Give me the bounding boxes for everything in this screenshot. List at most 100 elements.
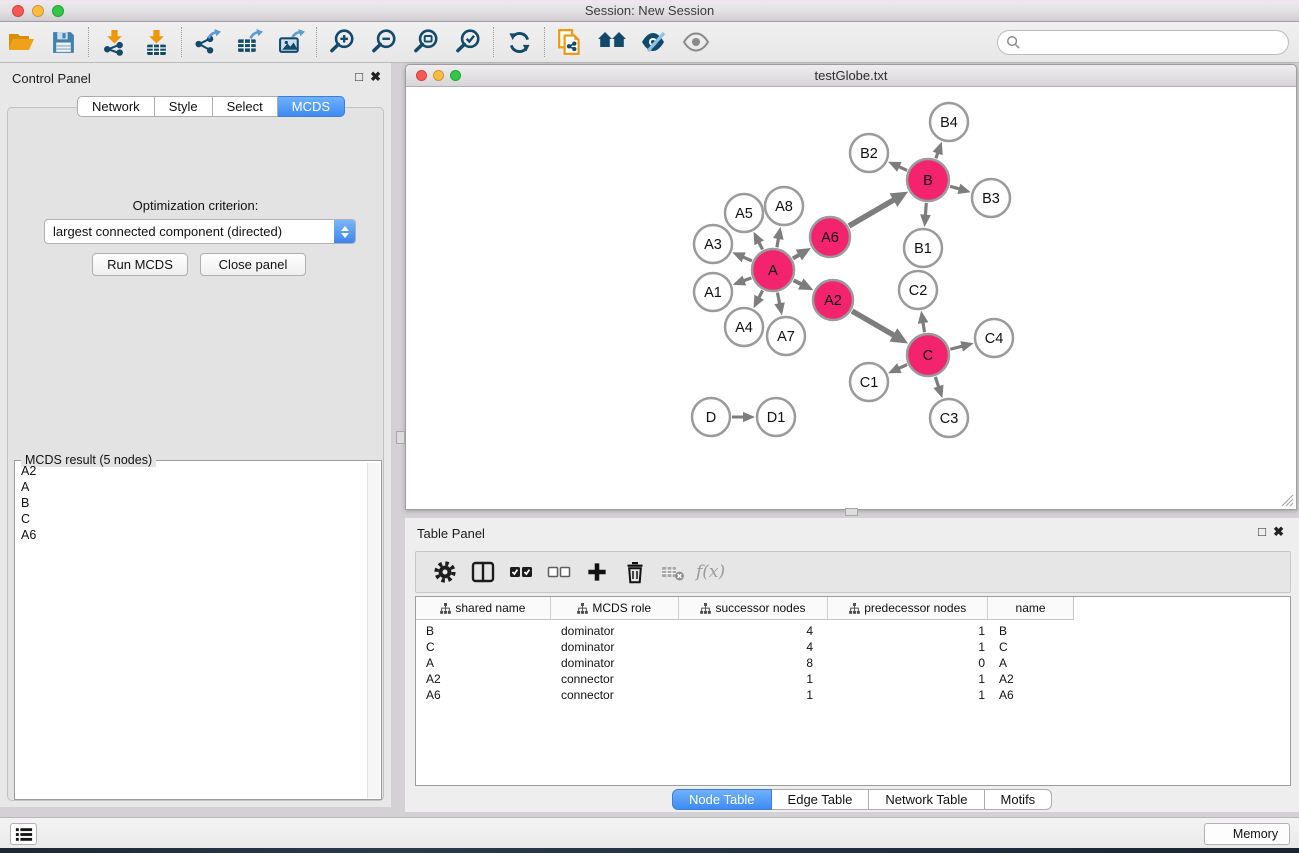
graph-edge-A2-C[interactable] <box>852 311 894 335</box>
graph-edge-A-A2[interactable] <box>794 280 802 284</box>
graph-edge-A6-B[interactable] <box>849 200 894 226</box>
table-row[interactable]: Adominator80A <box>416 655 1290 671</box>
delete-columns-icon[interactable] <box>616 554 654 590</box>
table-cell[interactable]: 1 <box>829 688 989 702</box>
mcds-list-scrollbar[interactable] <box>367 463 380 798</box>
graph-edge-A-A1[interactable] <box>743 278 751 281</box>
table-cell[interactable]: 4 <box>679 640 829 654</box>
table-row[interactable]: Bdominator41B <box>416 623 1290 639</box>
graph-edge-B-B1[interactable] <box>925 203 926 216</box>
column-header[interactable]: predecessor nodes <box>828 597 988 619</box>
close-panel-button[interactable]: Close panel <box>200 253 306 276</box>
graph-edge-C-C1[interactable] <box>898 365 907 369</box>
tab-style[interactable]: Style <box>155 96 213 117</box>
close-panel-icon[interactable]: ✖ <box>1273 524 1284 540</box>
zoom-out-icon[interactable] <box>363 24 405 60</box>
show-hide-annotations-icon[interactable] <box>675 24 717 60</box>
table-cell[interactable]: A6 <box>416 688 551 702</box>
show-hide-graphics-details-icon[interactable] <box>633 24 675 60</box>
zoom-fit-icon[interactable] <box>405 24 447 60</box>
mcds-result-item[interactable]: A2 <box>16 463 366 479</box>
tab-edge-table[interactable]: Edge Table <box>772 789 870 810</box>
mcds-result-item[interactable]: B <box>16 495 366 511</box>
refresh-icon[interactable] <box>498 24 540 60</box>
table-cell[interactable]: dominator <box>551 640 679 654</box>
export-image-icon[interactable] <box>270 24 312 60</box>
graph-edge-A-A8[interactable] <box>777 238 779 247</box>
column-header[interactable]: successor nodes <box>679 597 829 619</box>
table-cell[interactable]: A6 <box>989 688 1074 702</box>
table-cell[interactable]: connector <box>551 688 679 702</box>
table-cell[interactable]: A2 <box>989 672 1074 686</box>
table-cell[interactable]: 8 <box>679 656 829 670</box>
horizontal-split-handle[interactable] <box>845 508 858 516</box>
graph-edge-C-C3[interactable] <box>935 377 938 387</box>
table-cell[interactable]: 1 <box>679 688 829 702</box>
table-cell[interactable]: 4 <box>679 624 829 638</box>
mcds-result-item[interactable]: A6 <box>16 527 366 543</box>
memory-button[interactable]: Memory <box>1204 823 1290 845</box>
zoom-selected-icon[interactable] <box>447 24 489 60</box>
table-cell[interactable]: 0 <box>829 656 989 670</box>
graph-edge-A-A6[interactable] <box>793 255 800 259</box>
search-input[interactable] <box>1021 33 1288 53</box>
table-cell[interactable]: A <box>989 656 1074 670</box>
column-header[interactable]: MCDS role <box>551 597 679 619</box>
table-cell[interactable]: dominator <box>551 624 679 638</box>
table-cell[interactable]: A2 <box>416 672 551 686</box>
task-history-button[interactable] <box>10 823 37 845</box>
export-network-icon[interactable] <box>186 24 228 60</box>
float-panel-icon[interactable]: □ <box>1258 524 1266 539</box>
save-session-icon[interactable] <box>42 24 84 60</box>
table-cell[interactable]: C <box>989 640 1074 654</box>
graph-edge-B-B2[interactable] <box>898 166 907 170</box>
table-row[interactable]: Cdominator41C <box>416 639 1290 655</box>
mcds-result-item[interactable]: A <box>16 479 366 495</box>
zoom-in-icon[interactable] <box>321 24 363 60</box>
column-header[interactable]: name <box>988 597 1073 619</box>
select-all-rows-icon[interactable] <box>502 554 540 590</box>
vertical-split-handle[interactable] <box>396 431 405 444</box>
close-panel-icon[interactable]: ✖ <box>370 69 381 85</box>
table-settings-icon[interactable] <box>426 554 464 590</box>
function-builder-icon[interactable]: f(x) <box>696 562 725 582</box>
tab-node-table[interactable]: Node Table <box>672 789 772 810</box>
tab-motifs[interactable]: Motifs <box>985 789 1053 810</box>
graph-edge-C-C2[interactable] <box>923 322 925 332</box>
graph-edge-B-B3[interactable] <box>950 186 960 189</box>
network-canvas[interactable]: AA1A3A5A8A4A7A6A2BB2B4B3B1CC2C1C4C3DD1 <box>406 87 1296 509</box>
network-window-titlebar[interactable]: testGlobe.txt <box>406 65 1296 87</box>
float-panel-icon[interactable]: □ <box>355 69 363 84</box>
tab-select[interactable]: Select <box>213 96 278 117</box>
import-network-icon[interactable] <box>93 24 135 60</box>
table-cell[interactable]: 1 <box>679 672 829 686</box>
import-table-icon[interactable] <box>135 24 177 60</box>
table-cell[interactable]: 1 <box>829 624 989 638</box>
column-header[interactable]: shared name <box>416 597 551 619</box>
graph-edge-A-A5[interactable] <box>759 242 763 250</box>
mcds-result-item[interactable]: C <box>16 511 366 527</box>
table-cell[interactable]: 1 <box>829 672 989 686</box>
resize-grip-icon[interactable] <box>1281 494 1294 507</box>
tab-network-table[interactable]: Network Table <box>869 789 984 810</box>
criterion-dropdown[interactable]: largest connected component (directed) <box>44 219 356 244</box>
table-cell[interactable]: connector <box>551 672 679 686</box>
deselect-all-rows-icon[interactable] <box>540 554 578 590</box>
table-cell[interactable]: C <box>416 640 551 654</box>
table-cell[interactable]: 1 <box>829 640 989 654</box>
table-cell[interactable]: B <box>416 624 551 638</box>
open-session-icon[interactable] <box>0 24 42 60</box>
tab-network[interactable]: Network <box>77 96 155 117</box>
tab-mcds[interactable]: MCDS <box>278 96 345 117</box>
table-cell[interactable]: A <box>416 656 551 670</box>
toggle-panel-layout-icon[interactable] <box>464 554 502 590</box>
graph-edge-A-A4[interactable] <box>759 290 763 298</box>
delete-table-icon[interactable] <box>654 554 692 590</box>
table-cell[interactable]: dominator <box>551 656 679 670</box>
graph-edge-C-C4[interactable] <box>950 346 962 349</box>
graph-edge-A-A7[interactable] <box>777 293 779 305</box>
graph-edge-A-A3[interactable] <box>743 257 752 261</box>
export-table-icon[interactable] <box>228 24 270 60</box>
table-row[interactable]: A2connector11A2 <box>416 671 1290 687</box>
table-row[interactable]: A6connector11A6 <box>416 687 1290 703</box>
